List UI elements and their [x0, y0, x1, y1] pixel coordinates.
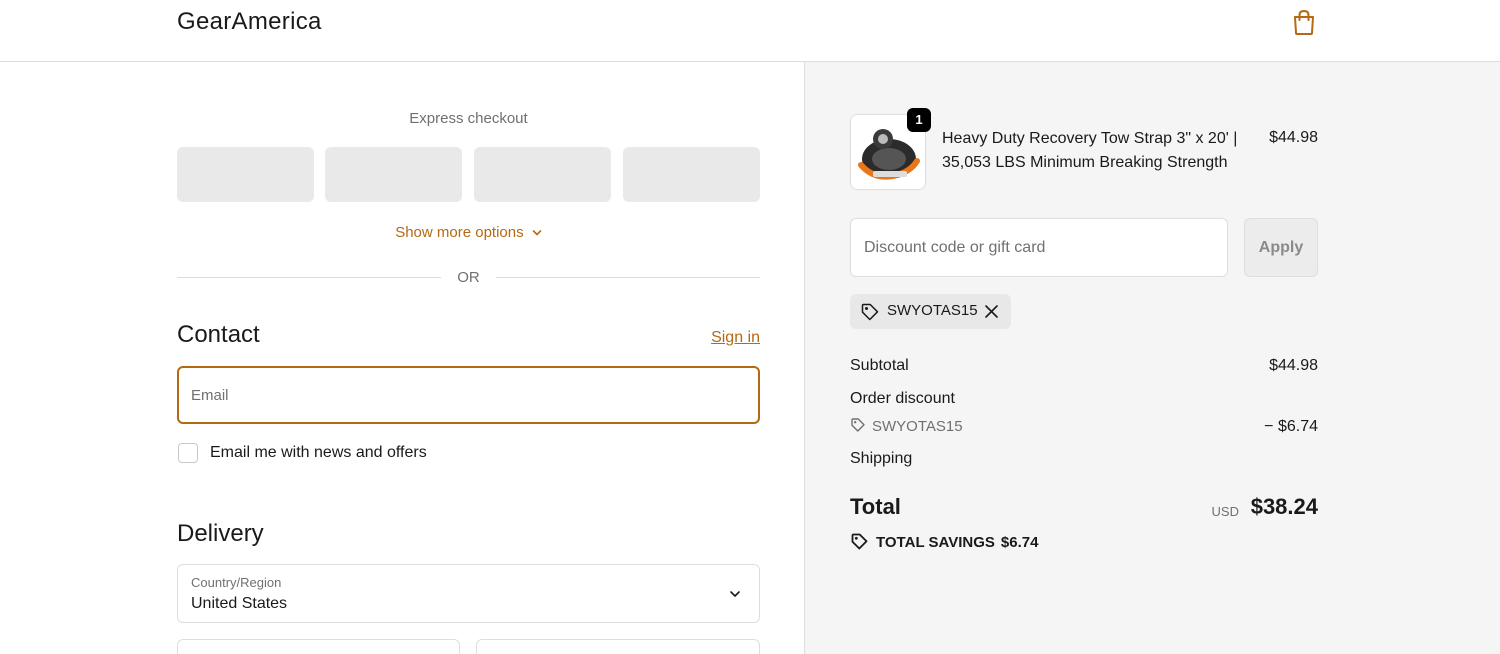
total-value: $38.24 — [1250, 494, 1318, 519]
show-more-options-button[interactable]: Show more options — [177, 224, 760, 241]
contact-heading: Contact — [177, 321, 260, 348]
shipping-label: Shipping — [850, 450, 913, 467]
apply-button[interactable]: Apply — [1244, 218, 1318, 277]
savings-value: $6.74 — [1000, 534, 1039, 551]
sign-in-link[interactable]: Sign in — [711, 329, 760, 347]
newsletter-checkbox[interactable] — [178, 443, 198, 463]
savings-label: TOTAL SAVINGS — [876, 534, 995, 551]
tag-icon — [861, 303, 879, 321]
discount-value: − $6.74 — [1264, 418, 1318, 435]
show-more-label: Show more options — [395, 224, 524, 241]
quantity-badge: 1 — [907, 108, 931, 132]
header: GearAmerica — [0, 0, 1500, 62]
brand-logo[interactable]: GearAmerica — [177, 8, 322, 36]
express-pay-button-3[interactable] — [474, 147, 611, 202]
country-select[interactable]: Country/Region United States — [177, 564, 760, 623]
last-name-field[interactable] — [476, 639, 760, 654]
tag-icon — [851, 418, 865, 432]
applied-code: SWYOTAS15 — [887, 302, 978, 319]
checkout-form: Express checkout Show more options OR Co… — [0, 62, 804, 654]
discount-field[interactable] — [850, 218, 1228, 277]
subtotal-label: Subtotal — [850, 357, 909, 374]
express-pay-button-1[interactable] — [177, 147, 314, 202]
product-name: Heavy Duty Recovery Tow Strap 3" x 20' |… — [942, 130, 1238, 171]
email-field[interactable] — [177, 366, 760, 424]
express-pay-button-2[interactable] — [325, 147, 462, 202]
total-currency: USD — [1211, 504, 1239, 519]
delivery-heading: Delivery — [177, 520, 264, 547]
newsletter-label: Email me with news and offers — [210, 444, 427, 461]
first-name-field[interactable] — [177, 639, 460, 654]
product-price: $44.98 — [1269, 129, 1318, 146]
or-text: OR — [457, 269, 480, 286]
total-savings: TOTAL SAVINGS $6.74 — [850, 532, 1038, 551]
subtotal-value: $44.98 — [1269, 357, 1318, 374]
email-input[interactable] — [179, 368, 758, 422]
chevron-down-icon — [532, 230, 542, 236]
express-pay-button-4[interactable] — [623, 147, 760, 202]
order-summary: 1 Heavy Duty Recovery Tow Strap 3" x 20'… — [804, 62, 1500, 654]
country-caption: Country/Region — [191, 575, 282, 590]
discount-code: SWYOTAS15 — [872, 418, 963, 435]
express-checkout-title: Express checkout — [409, 110, 528, 127]
shopping-bag-icon[interactable] — [1291, 8, 1317, 36]
chevron-down-icon — [730, 591, 740, 597]
close-icon[interactable] — [983, 303, 1000, 320]
discount-code-row: SWYOTAS15 — [850, 417, 963, 435]
order-discount-label: Order discount — [850, 390, 955, 407]
total-label: Total — [850, 494, 901, 519]
discount-input[interactable] — [851, 219, 1227, 276]
applied-discount-chip: SWYOTAS15 — [850, 294, 1011, 329]
or-divider: OR — [177, 268, 760, 288]
country-value: United States — [191, 595, 288, 612]
tag-icon — [851, 533, 868, 550]
